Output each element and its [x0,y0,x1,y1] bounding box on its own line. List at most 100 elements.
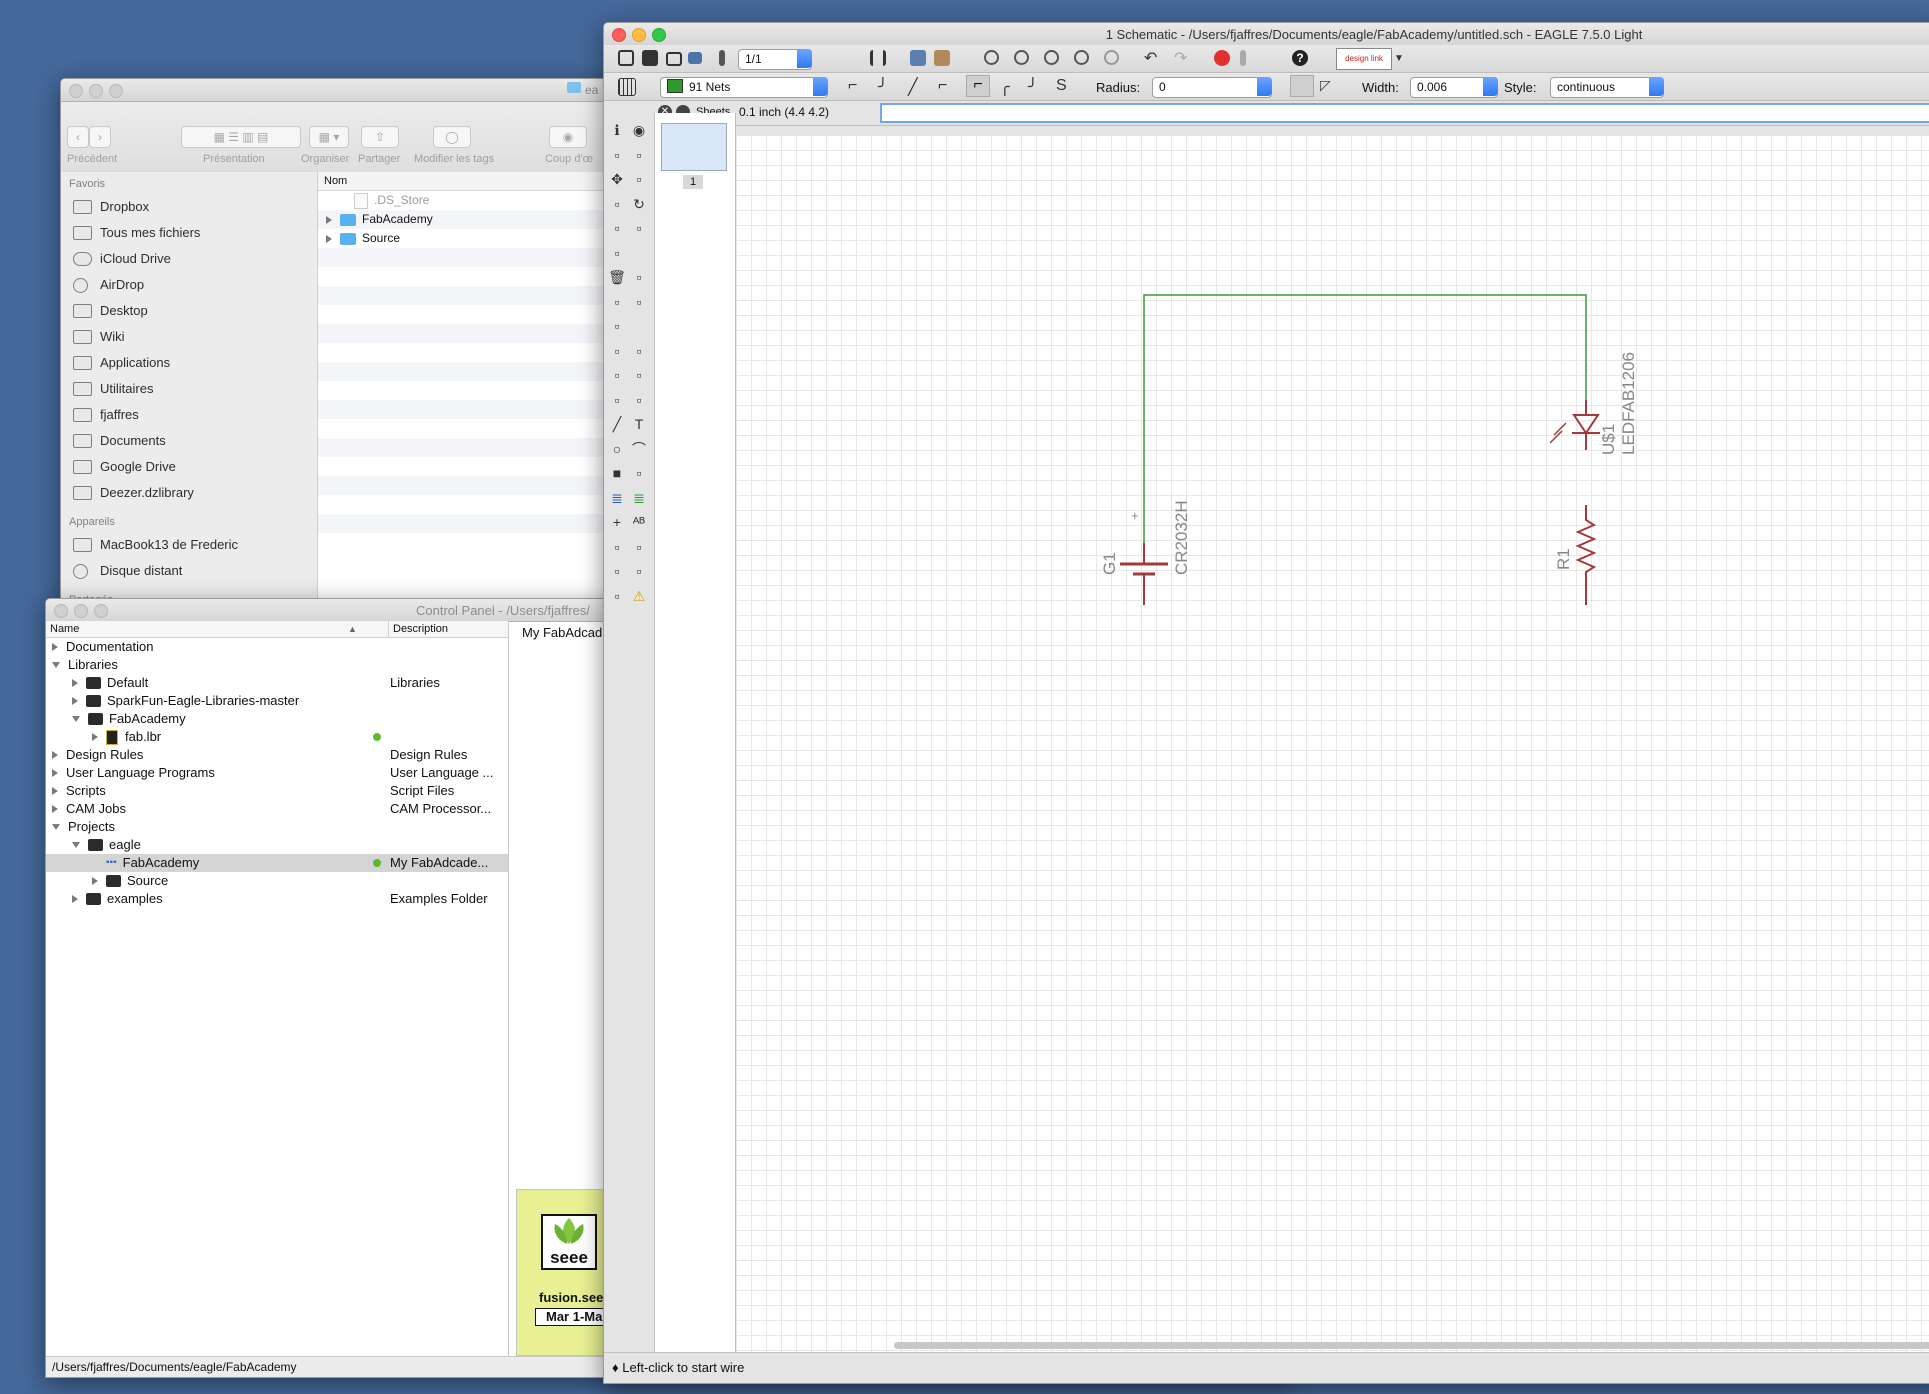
sidebar-item-home[interactable]: fjaffres [61,402,317,428]
horizontal-scrollbar[interactable] [894,1342,1929,1349]
text-icon[interactable]: T [630,415,648,433]
close-button[interactable] [612,28,626,42]
command-line-input[interactable] [880,103,1929,123]
junction-icon[interactable]: + [608,513,626,531]
tags-button[interactable]: ◯ [433,126,471,148]
share-button[interactable]: ⇧ [361,126,399,148]
sidebar-item-documents[interactable]: Documents [61,428,317,454]
sidebar-item-icloud[interactable]: iCloud Drive [61,246,317,272]
column-header-description[interactable]: Description [388,621,448,637]
tree-row[interactable]: Documentation [46,638,508,656]
go-icon[interactable] [1240,50,1246,66]
grid-icon[interactable] [618,78,636,96]
zoom-out-icon[interactable] [1044,50,1059,65]
tree-row[interactable]: CAM Jobs CAM Processor... [46,800,508,818]
arrange-button[interactable]: ▦ ▾ [309,126,349,148]
help-icon[interactable]: ? [1292,50,1308,66]
file-row[interactable]: FabAcademy [318,210,621,229]
mark-icon[interactable]: ▫ [630,146,648,164]
disclosure-closed-icon[interactable] [52,751,58,759]
smash-icon[interactable]: ▫ [608,366,626,384]
schematic-canvas[interactable]: + G1 CR2032H U$1 LEDFAB1206 R1 [736,135,1929,1353]
battery-g1[interactable] [1120,543,1168,605]
paste-icon[interactable]: ▫ [608,244,626,262]
sponsor-banner[interactable]: seee fusion.see Mar 1-Ma [516,1189,617,1356]
replace-icon[interactable]: ▫ [630,293,648,311]
tree-row[interactable]: Design Rules Design Rules [46,746,508,764]
zoom-button[interactable] [109,84,123,98]
zoom-select-icon[interactable] [1104,50,1119,65]
miter-straight-icon[interactable]: ◸ [1320,77,1331,94]
ulp-icon[interactable] [934,50,950,66]
value-icon[interactable]: ▫ [630,342,648,360]
sidebar-item-remote-disk[interactable]: Disque distant [61,558,317,584]
sheet-thumbnail[interactable] [661,123,727,171]
disclosure-closed-icon[interactable] [72,679,78,687]
wire-bend-45b-icon[interactable]: ⌐ [938,77,947,95]
forward-button[interactable]: › [89,126,111,148]
split-icon[interactable]: ▫ [608,391,626,409]
tree-row[interactable]: Scripts Script Files [46,782,508,800]
undo-icon[interactable]: ↶ [1144,48,1157,68]
resistor-r1[interactable] [1575,505,1597,605]
wire-bend-arc2-icon[interactable]: ╯ [1028,77,1038,97]
save-icon[interactable] [642,50,658,66]
minimize-button[interactable] [74,604,88,618]
disclosure-closed-icon[interactable] [72,697,78,705]
board-switch-icon[interactable] [719,50,725,66]
back-button[interactable]: ‹ [67,126,89,148]
bus-icon[interactable]: ≣ [608,489,626,507]
delete-icon[interactable]: 🗑 [608,268,626,286]
style-selector[interactable]: continuous [1550,77,1664,98]
miter-round-icon[interactable] [1290,75,1314,97]
display-icon[interactable]: ▫ [608,146,626,164]
wire-bend-45-icon[interactable]: ╯ [878,77,888,97]
add-icon[interactable]: ▫ [630,268,648,286]
library-icon[interactable] [870,50,886,66]
led-u1[interactable] [1549,400,1600,450]
zoom-button[interactable] [94,604,108,618]
pin-icon[interactable]: ▫ [630,562,648,580]
disclosure-closed-icon[interactable] [72,895,78,903]
print-icon[interactable] [666,52,682,66]
mirror-icon[interactable]: ▫ [608,195,626,213]
group-icon[interactable]: ▫ [608,219,626,237]
disclosure-open-icon[interactable] [52,824,60,830]
net-wires[interactable] [1143,294,1587,543]
chevron-down-icon[interactable]: ▼ [1394,53,1404,64]
open-icon[interactable] [618,50,634,66]
minimize-button[interactable] [632,28,646,42]
tree-row[interactable]: ▪▪▪ FabAcademy My FabAdcade... [46,854,508,872]
sidebar-item-google-drive[interactable]: Google Drive [61,454,317,480]
file-row[interactable]: .DS_Store [318,191,621,210]
name-icon[interactable]: ▫ [608,342,626,360]
layer-selector[interactable]: 91 Nets [660,77,828,98]
wire-icon[interactable]: ╱ [608,415,626,433]
tree-row[interactable]: FabAcademy [46,710,508,728]
dimension-icon[interactable]: ▫ [630,538,648,556]
gateswap-icon[interactable]: ▫ [608,317,626,335]
copy-icon[interactable]: ▫ [630,170,648,188]
sheet-number[interactable]: 1 [683,175,703,189]
disclosure-closed-icon[interactable] [92,877,98,885]
zoom-fit-icon[interactable] [984,50,999,65]
label-icon[interactable]: ᴬᴮ [630,513,648,531]
disclosure-open-icon[interactable] [72,716,80,722]
radius-input[interactable]: 0 [1152,77,1272,98]
tree-row[interactable]: Projects [46,818,508,836]
sheet-selector[interactable]: 1/1 [738,49,812,70]
wire-bend-90-icon[interactable]: ⌐ [848,77,857,95]
disclosure-open-icon[interactable] [72,842,80,848]
sidebar-item-desktop[interactable]: Desktop [61,298,317,324]
width-input[interactable]: 0.006 [1410,77,1498,98]
redo-icon[interactable]: ↷ [1174,48,1187,68]
disclosure-open-icon[interactable] [52,662,60,668]
column-header-name[interactable]: Nom [318,172,621,191]
sidebar-item-all-files[interactable]: Tous mes fichiers [61,220,317,246]
move-icon[interactable]: ✥ [608,170,626,188]
show-icon[interactable]: ◉ [630,121,648,139]
wire-bend-straight-icon[interactable]: ╱ [908,77,918,97]
file-row[interactable]: Source [318,229,621,248]
info-icon[interactable]: ℹ [608,121,626,139]
arc-icon[interactable]: ⌒ [630,440,648,458]
